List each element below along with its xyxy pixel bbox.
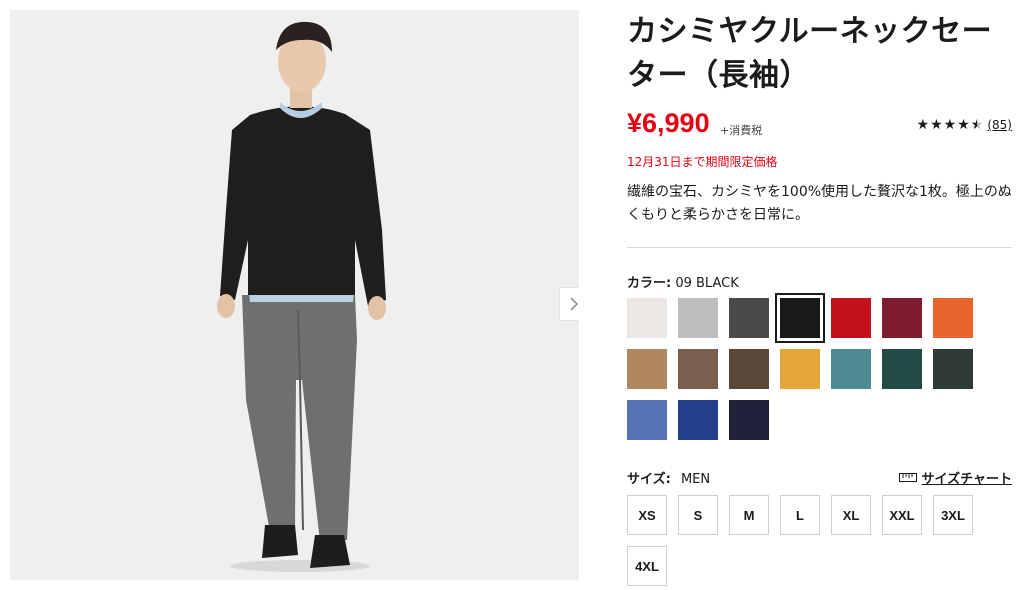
- color-swatch[interactable]: [678, 400, 718, 440]
- size-option-s[interactable]: S: [678, 495, 718, 535]
- color-swatch[interactable]: [933, 298, 973, 338]
- model-photo: [10, 10, 579, 580]
- product-image: [10, 10, 579, 580]
- star-icon: ★: [943, 117, 957, 133]
- rating: ★ ★ ★ ★ ★ (85): [917, 118, 1012, 132]
- size-option-3xl[interactable]: 3XL: [933, 495, 973, 535]
- size-label-key: サイズ:: [627, 472, 671, 487]
- star-icon: ★: [916, 117, 930, 133]
- rating-stars: ★ ★ ★ ★ ★: [917, 118, 984, 132]
- size-option-4xl[interactable]: 4XL: [627, 546, 667, 586]
- size-option-xl[interactable]: XL: [831, 495, 871, 535]
- ruler-icon: [898, 473, 917, 482]
- color-label-key: カラー:: [627, 276, 672, 291]
- product-price: ¥6,990: [627, 108, 710, 138]
- review-count-link[interactable]: (85): [987, 118, 1012, 132]
- limited-price-notice: 12月31日まで期間限定価格: [627, 155, 778, 169]
- next-image-button[interactable]: [559, 287, 579, 321]
- color-swatch[interactable]: [627, 349, 667, 389]
- size-option-xxl[interactable]: XXL: [882, 495, 922, 535]
- size-option-xs[interactable]: XS: [627, 495, 667, 535]
- chevron-right-icon: [570, 297, 579, 311]
- size-chart-label: サイズチャート: [921, 472, 1012, 487]
- tax-note: +消費税: [720, 124, 763, 137]
- product-title: カシミヤクルーネックセーター（長袖）: [627, 15, 993, 92]
- color-swatch[interactable]: [627, 400, 667, 440]
- size-label: サイズ: MEN サイズチャート: [627, 468, 1012, 487]
- size-chart-link[interactable]: サイズチャート: [898, 468, 1012, 487]
- size-category: MEN: [680, 472, 711, 487]
- color-swatch[interactable]: [882, 349, 922, 389]
- color-swatch[interactable]: [678, 298, 718, 338]
- color-swatch[interactable]: [933, 349, 973, 389]
- color-swatch[interactable]: [831, 349, 871, 389]
- star-icon: ★: [930, 117, 943, 133]
- star-icon: ★: [957, 117, 970, 133]
- product-description: 繊維の宝石、カシミヤを100%使用した贅沢な1枚。極上のぬくもりと柔らかさを日常…: [627, 184, 1012, 223]
- size-option-l[interactable]: L: [780, 495, 820, 535]
- half-star-icon: ★: [970, 117, 984, 133]
- color-label: カラー: 09 BLACK: [627, 272, 739, 291]
- size-option-m[interactable]: M: [729, 495, 769, 535]
- color-selected-value: 09 BLACK: [675, 276, 739, 291]
- color-swatch[interactable]: [678, 349, 718, 389]
- color-swatch[interactable]: [729, 400, 769, 440]
- color-swatch[interactable]: [882, 298, 922, 338]
- product-info: カシミヤクルーネックセーター（長袖） ¥6,990 +消費税 ★ ★ ★ ★ ★…: [627, 10, 1012, 586]
- color-swatch[interactable]: [729, 349, 769, 389]
- color-swatch[interactable]: [831, 298, 871, 338]
- price-row: ¥6,990 +消費税 ★ ★ ★ ★ ★ (85): [627, 108, 1012, 144]
- color-swatch[interactable]: [775, 293, 825, 343]
- color-swatch[interactable]: [780, 349, 820, 389]
- divider: [627, 247, 1012, 248]
- color-swatch[interactable]: [627, 298, 667, 338]
- color-swatch[interactable]: [729, 298, 769, 338]
